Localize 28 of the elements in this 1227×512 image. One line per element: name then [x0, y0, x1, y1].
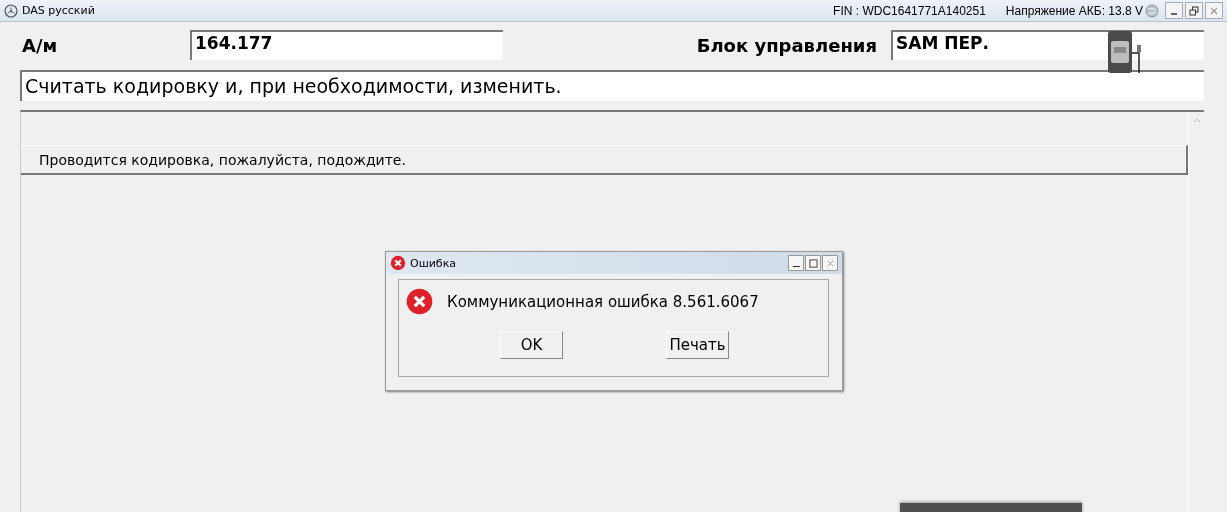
instruction-field: Считать кодировку и, при необходимости, изменить. [20, 70, 1204, 101]
window-title: DAS русский [22, 4, 95, 17]
error-icon [390, 255, 406, 271]
restore-button[interactable] [1185, 2, 1203, 19]
restore-icon [1189, 5, 1199, 16]
close-icon [1209, 5, 1219, 16]
maximize-icon [808, 258, 818, 268]
minimize-icon [792, 265, 800, 267]
minimize-button[interactable] [788, 255, 804, 271]
control-unit-field: SAM ПЕР. [891, 30, 1204, 60]
battery-voltage: Напряжение АКБ: 13.8 V [1005, 3, 1143, 18]
star-logo-icon [4, 3, 18, 18]
status-message: Проводится кодировка, пожалуйста, подождите. [39, 151, 406, 168]
close-icon [825, 258, 835, 268]
minimize-icon [1171, 13, 1177, 15]
ok-button[interactable]: OK [500, 331, 563, 359]
fin-number: FIN : WDC1641771A140251 [833, 3, 986, 18]
close-button[interactable] [822, 255, 838, 271]
control-unit-label: Блок управления [696, 34, 877, 56]
scroll-up-icon[interactable] [1192, 118, 1201, 123]
error-icon [406, 288, 433, 315]
dialog-title: Ошибка [410, 256, 457, 270]
error-message: Коммуникационная ошибка 8.561.6067 [447, 292, 759, 311]
print-button[interactable]: Печать [666, 331, 729, 359]
vehicle-field: 164.177 [190, 30, 503, 60]
minimize-button[interactable] [1165, 2, 1183, 19]
status-globe-icon [1145, 3, 1159, 18]
vehicle-label: А/м [22, 34, 59, 56]
